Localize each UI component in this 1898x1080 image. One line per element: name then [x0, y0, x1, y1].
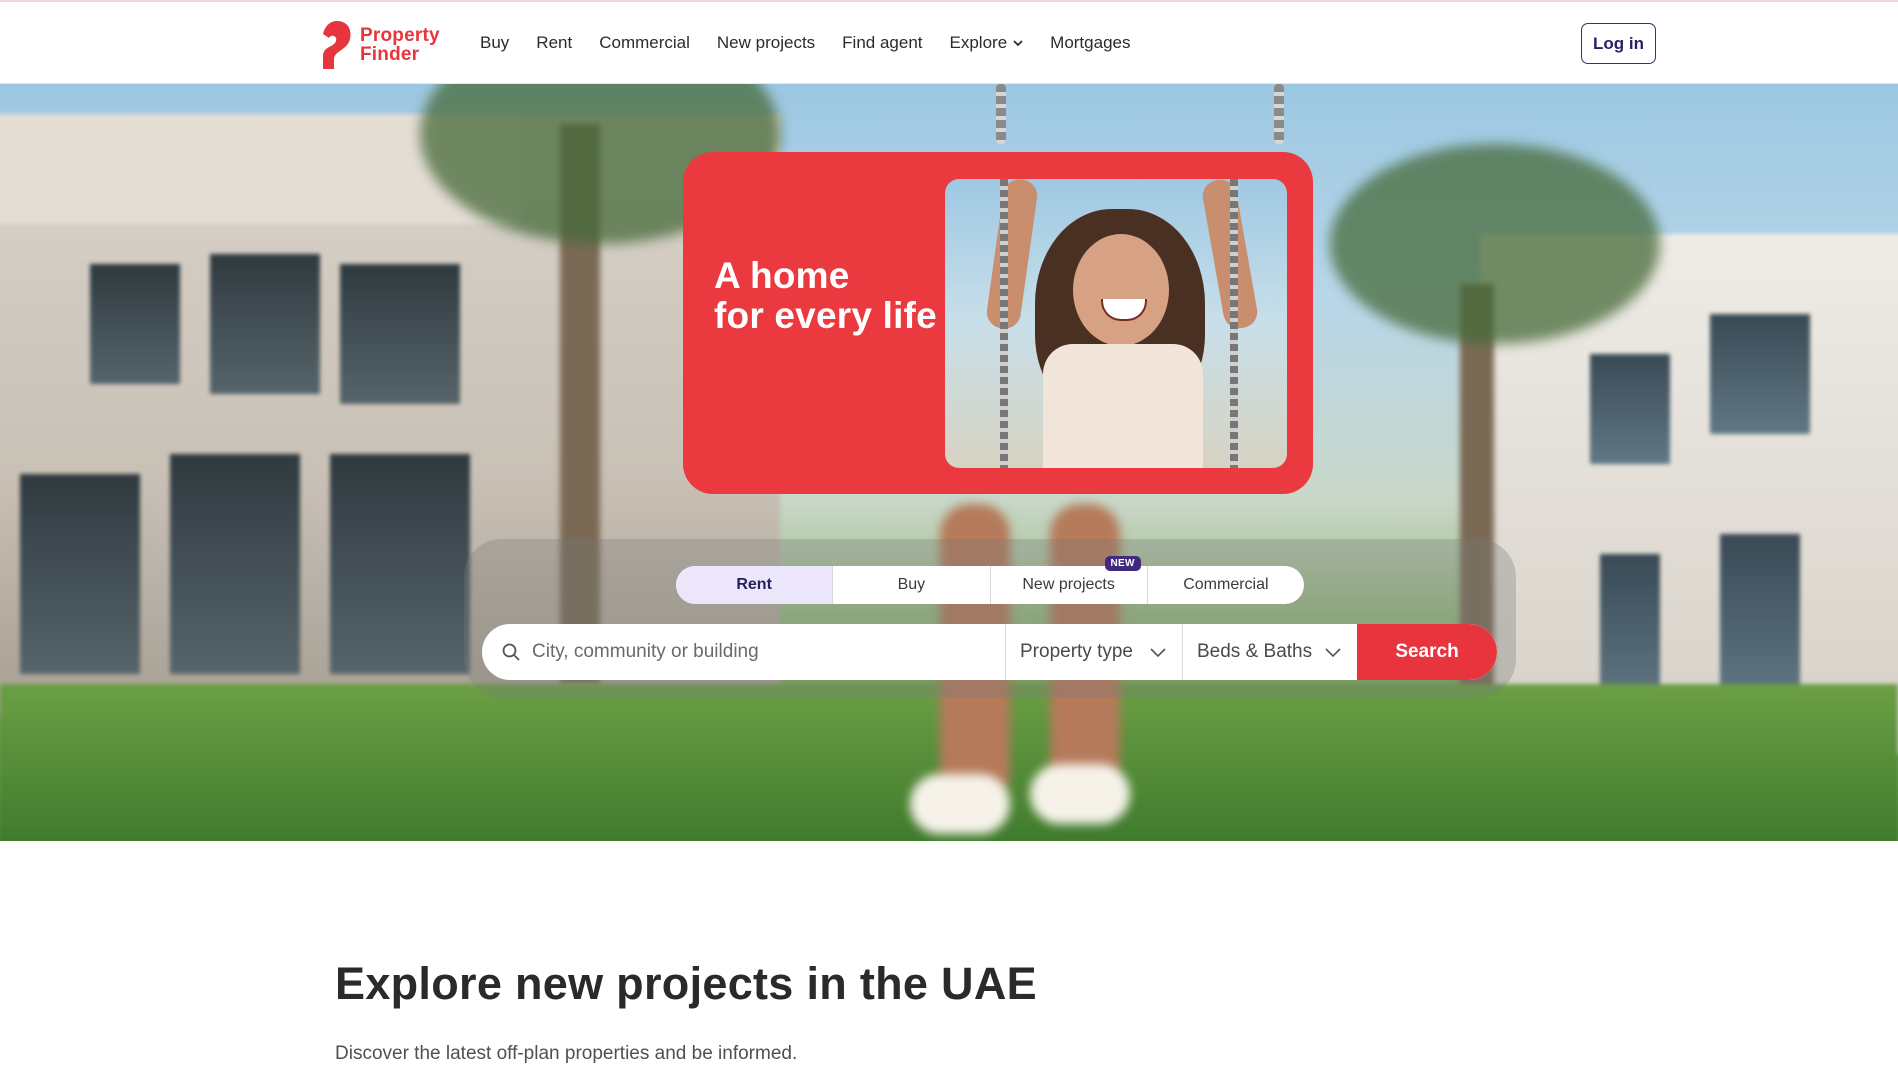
- new-badge: NEW: [1104, 556, 1141, 571]
- login-button[interactable]: Log in: [1581, 23, 1656, 64]
- photo-chain: [1230, 179, 1238, 468]
- photo-face: [1073, 234, 1169, 346]
- logo-text-line1: Property: [360, 25, 440, 46]
- building-window: [90, 264, 180, 384]
- chevron-down-icon: [1150, 647, 1166, 657]
- tab-rent[interactable]: Rent: [676, 566, 834, 604]
- logo-text-line2: Finder: [360, 44, 420, 65]
- building-window: [20, 474, 140, 674]
- promo-headline-line2: for every life: [714, 295, 937, 336]
- nav-explore[interactable]: Explore: [950, 33, 1024, 53]
- logo[interactable]: Property Finder: [320, 18, 440, 72]
- promo-headline-line1: A home: [714, 255, 850, 296]
- site-header: Property Finder Buy Rent Commercial New …: [0, 0, 1898, 84]
- palm-leaves: [1330, 144, 1660, 344]
- promo-headline: A home for every life: [714, 256, 937, 336]
- beds-baths-label: Beds & Baths: [1197, 641, 1313, 662]
- section-title: Explore new projects in the UAE: [335, 958, 1037, 1009]
- building-window: [340, 264, 460, 404]
- search-button[interactable]: Search: [1357, 624, 1497, 680]
- hero-banner: A home for every life Rent Buy New proje…: [0, 84, 1898, 841]
- shoe: [910, 774, 1010, 834]
- nav-rent[interactable]: Rent: [536, 33, 572, 53]
- tab-buy[interactable]: Buy: [833, 566, 991, 604]
- nav-new-projects[interactable]: New projects: [717, 33, 815, 53]
- beds-baths-select[interactable]: Beds & Baths: [1183, 624, 1357, 680]
- building-window: [330, 454, 470, 674]
- shoe: [1030, 764, 1130, 824]
- building-window: [1600, 554, 1660, 704]
- property-finder-logo-icon: [323, 21, 351, 69]
- building-window: [210, 254, 320, 394]
- section-subtitle: Discover the latest off-plan properties …: [335, 1043, 798, 1064]
- location-search-input[interactable]: City, community or building: [482, 624, 1006, 680]
- nav-find-agent[interactable]: Find agent: [842, 33, 922, 53]
- tab-new-projects[interactable]: New projects NEW: [991, 556, 1148, 604]
- chevron-down-icon: [1013, 39, 1023, 46]
- chevron-down-icon: [1325, 647, 1341, 657]
- promo-photo: [945, 179, 1287, 468]
- photo-dress: [1043, 344, 1203, 468]
- location-search-placeholder: City, community or building: [532, 641, 759, 662]
- search-bar: City, community or building Property typ…: [482, 624, 1497, 680]
- swing-chain: [1274, 84, 1284, 144]
- property-type-label: Property type: [1020, 641, 1133, 662]
- photo-arm: [984, 179, 1040, 331]
- swing-chain: [996, 84, 1006, 144]
- search-panel: Rent Buy New projects NEW Commercial Cit…: [464, 539, 1516, 697]
- nav-explore-label: Explore: [949, 33, 1008, 52]
- main-nav: Buy Rent Commercial New projects Find ag…: [480, 2, 1157, 84]
- nav-commercial[interactable]: Commercial: [599, 33, 690, 53]
- tab-commercial[interactable]: Commercial: [1148, 566, 1304, 604]
- promo-card: A home for every life: [683, 152, 1313, 494]
- building-window: [1590, 354, 1670, 464]
- building-window: [1720, 534, 1800, 704]
- search-icon: [502, 643, 520, 661]
- property-type-select[interactable]: Property type: [1006, 624, 1183, 680]
- nav-mortgages[interactable]: Mortgages: [1050, 33, 1130, 53]
- building-window: [1710, 314, 1810, 434]
- building-window: [170, 454, 300, 674]
- search-tabs: Rent Buy New projects NEW Commercial: [676, 556, 1304, 604]
- photo-chain: [1000, 179, 1008, 468]
- tab-new-projects-label: New projects: [1022, 576, 1115, 593]
- nav-buy[interactable]: Buy: [480, 33, 509, 53]
